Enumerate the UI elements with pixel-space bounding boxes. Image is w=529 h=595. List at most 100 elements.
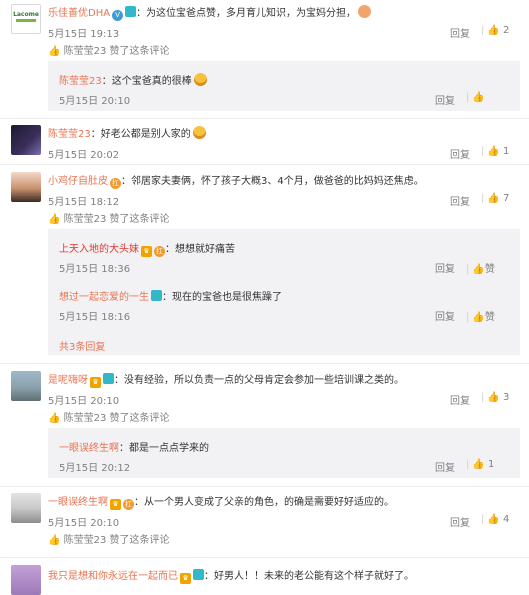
like-count: 7 [503, 193, 510, 204]
commenter-name[interactable]: 我只是想和你永远在一起而已 [48, 571, 178, 582]
divider: | [481, 25, 485, 36]
reply-button[interactable]: 回复 [450, 514, 470, 529]
commenter-name[interactable]: 是呢嗨呀 [48, 375, 88, 386]
thumb-up-icon: 👍 [48, 535, 61, 546]
divider: | [481, 146, 485, 157]
comment-text: ：好老公都是别人家的 [90, 129, 191, 140]
commenter-name[interactable]: 小鸡仔自肚皮 [48, 176, 108, 187]
verified-icon: V [112, 10, 124, 21]
like-count: 4 [503, 514, 510, 525]
liked-by-line: 👍 陈莹莹23 赞了这条评论 [48, 535, 170, 546]
reply-button[interactable]: 回复 [450, 25, 470, 40]
like-button[interactable]: | 👍 1 [463, 459, 494, 470]
like-button[interactable]: | 👍 2 [478, 25, 509, 36]
thumb-up-icon: 👍 [487, 25, 500, 36]
divider: | [466, 92, 470, 103]
like-button[interactable]: | 👍 4 [478, 514, 509, 525]
sub-reply-line: 陈莹莹23：这个宝爸真的很棒 [59, 72, 207, 87]
comment-divider [0, 363, 529, 364]
thumb-up-icon: 👍 [48, 46, 61, 57]
reply-time: 5月15日 20:12 [59, 463, 131, 474]
rank-badge-icon: 扛 [123, 499, 134, 510]
replier-name[interactable]: 想过一起恋爱的一生 [59, 292, 149, 303]
laugh-emoji-icon [192, 126, 206, 139]
replier-name[interactable]: 上天入地的大头妹 [59, 244, 139, 255]
avatar[interactable] [11, 125, 41, 155]
thumb-up-icon: 👍 [472, 312, 485, 323]
liked-by-line: 👍 陈莹莹23 赞了这条评论 [48, 413, 170, 424]
reply-button[interactable]: 回复 [435, 260, 455, 275]
comment-line: 乐佳善优DHA V ：为这位宝爸点赞，多月育儿知识，为宝妈分担， [48, 4, 372, 21]
thumb-up-icon: 👍 [487, 392, 500, 403]
reply-time: 5月15日 18:16 [59, 312, 131, 323]
laugh-emoji-icon [193, 73, 207, 86]
rank-badge-icon: 扛 [110, 178, 121, 189]
thumb-up-icon: 👍 [487, 514, 500, 525]
comment-time: 5月15日 20:02 [48, 150, 120, 161]
comment-divider [0, 486, 529, 487]
divider: | [481, 193, 485, 204]
fan-badge-icon: ♛ [180, 573, 191, 584]
like-count: 3 [503, 392, 510, 403]
thumb-up-icon: 👍 [472, 92, 485, 103]
reply-text: ：这个宝爸真的很棒 [101, 76, 192, 87]
comment-divider [0, 164, 529, 165]
avatar[interactable] [11, 371, 41, 401]
reply-button[interactable]: 回复 [450, 193, 470, 208]
avatar-logo-bar [16, 19, 36, 22]
thumb-up-icon: 👍 [472, 459, 485, 470]
reply-button[interactable]: 回复 [450, 392, 470, 407]
avatar[interactable]: Lacome [11, 4, 41, 34]
comment-time: 5月15日 20:10 [48, 396, 120, 407]
fan-badge-icon: ♛ [90, 377, 101, 388]
replier-name[interactable]: 一眼误终生啊 [59, 443, 119, 454]
more-replies-link[interactable]: 共3条回复 [59, 338, 105, 353]
like-button[interactable]: | 👍赞 [463, 260, 495, 275]
thumb-up-icon: 👍 [472, 264, 485, 275]
thumb-up-icon: 👍 [48, 214, 61, 225]
comment-time: 5月15日 18:12 [48, 197, 120, 208]
avatar[interactable] [11, 565, 41, 595]
rank-badge-icon: 扛 [154, 246, 165, 257]
clap-emoji-icon [358, 5, 372, 18]
comment-text: ：好男人！！未来的老公能有这个样子就好了。 [204, 571, 414, 582]
commenter-name[interactable]: 乐佳善优DHA [48, 8, 110, 19]
reply-button[interactable]: 回复 [435, 308, 455, 323]
like-button[interactable]: | 👍 3 [478, 392, 509, 403]
avatar[interactable] [11, 172, 41, 202]
comment-line: 我只是想和你永远在一起而已 ♛ ：好男人！！未来的老公能有这个样子就好了。 [48, 567, 414, 584]
comment-line: 一眼误终生啊 ♛ 扛：从一个男人变成了父亲的角色，的确是需要好好适应的。 [48, 493, 394, 510]
divider: | [466, 459, 470, 470]
like-button[interactable]: | 👍 [463, 92, 485, 103]
liked-by-line: 👍 陈莹莹23 赞了这条评论 [48, 214, 170, 225]
commenter-name[interactable]: 陈莹莹23 [48, 129, 91, 140]
reply-button[interactable]: 回复 [435, 92, 455, 107]
comment-divider [0, 557, 529, 558]
reply-button[interactable]: 回复 [435, 459, 455, 474]
reply-button[interactable]: 回复 [450, 146, 470, 161]
divider: | [466, 264, 470, 275]
comment-line: 小鸡仔自肚皮扛：邻居家夫妻俩，怀了孩子大概3、4个月，做爸爸的比妈妈还焦虑。 [48, 172, 424, 189]
like-button[interactable]: | 👍 7 [478, 193, 509, 204]
commenter-name[interactable]: 一眼误终生啊 [48, 497, 108, 508]
reply-text: ：想想就好痛苦 [165, 244, 235, 255]
like-count: 1 [503, 146, 510, 157]
like-count: 2 [503, 25, 510, 36]
comment-text: ：邻居家夫妻俩，怀了孩子大概3、4个月，做爸爸的比妈妈还焦虑。 [121, 176, 424, 187]
like-button[interactable]: | 👍 1 [478, 146, 509, 157]
sub-reply-line: 想过一起恋爱的一生 ：现在的宝爸也是很焦躁了 [59, 288, 282, 303]
comment-text: ：从一个男人变成了父亲的角色，的确是需要好好适应的。 [134, 497, 394, 508]
sub-reply-line: 一眼误终生啊：都是一点点学来的 [59, 439, 209, 454]
sub-reply-line: 上天入地的大头妹 ♛ 扛：想想就好痛苦 [59, 240, 235, 257]
liked-by-line: 👍 陈莹莹23 赞了这条评论 [48, 46, 170, 57]
camera-badge-icon [151, 290, 162, 301]
replier-name[interactable]: 陈莹莹23 [59, 76, 102, 87]
avatar[interactable] [11, 493, 41, 523]
like-button[interactable]: | 👍赞 [463, 308, 495, 323]
fan-badge-icon: ♛ [110, 499, 121, 510]
thumb-up-icon: 👍 [487, 193, 500, 204]
divider: | [466, 312, 470, 323]
reply-text: ：现在的宝爸也是很焦躁了 [162, 292, 282, 303]
reply-text: ：都是一点点学来的 [119, 443, 209, 454]
comment-text: ：为这位宝爸点赞，多月育儿知识，为宝妈分担， [136, 8, 357, 19]
